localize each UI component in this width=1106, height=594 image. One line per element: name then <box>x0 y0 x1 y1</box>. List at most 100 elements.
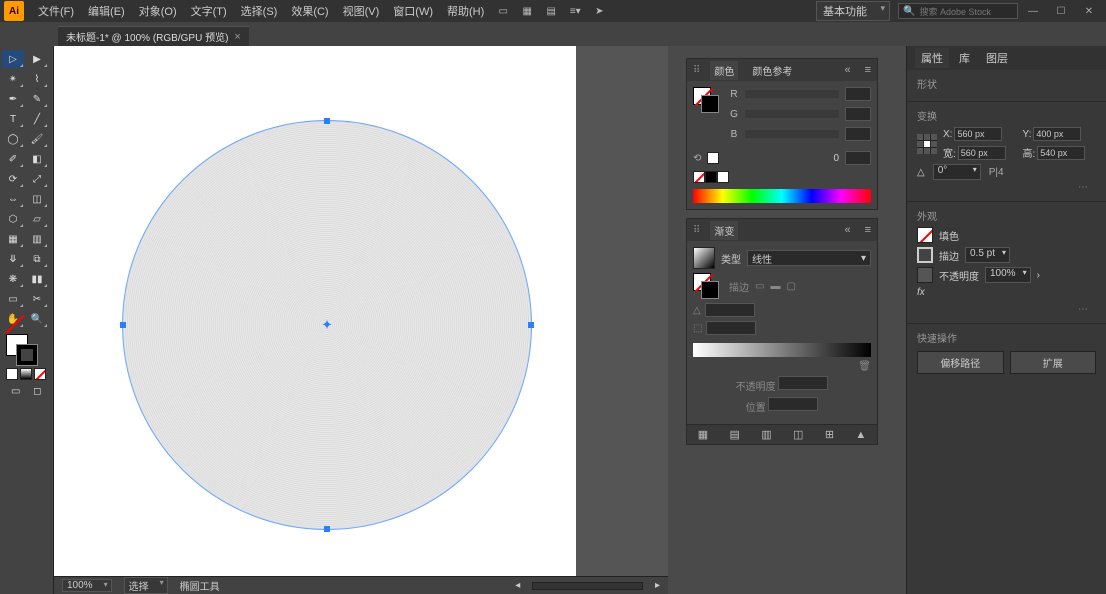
more-transform-icon[interactable]: ⋯ <box>917 180 1096 195</box>
settings-icon[interactable]: ≡▾ <box>566 2 584 20</box>
screen-mode-full[interactable]: ◻ <box>28 382 48 400</box>
stroke-type-3-icon[interactable]: ▢ <box>786 281 795 292</box>
zoom-level[interactable]: 100% <box>62 579 112 592</box>
blend-tool[interactable]: ⧉ <box>26 250 48 268</box>
opacity-field[interactable] <box>845 151 871 165</box>
libraries-tab[interactable]: 库 <box>953 48 976 68</box>
menu-object[interactable]: 对象(O) <box>133 1 183 21</box>
close-button[interactable]: ✕ <box>1080 2 1098 20</box>
color-fillstroke[interactable] <box>693 87 719 113</box>
menu-view[interactable]: 视图(V) <box>337 1 386 21</box>
artboard-tool[interactable]: ▭ <box>2 290 24 308</box>
gradient-mode-swatch[interactable] <box>20 368 32 380</box>
grip-icon[interactable]: ⠿ <box>693 225 700 236</box>
expand-button[interactable]: 扩展 <box>1010 351 1097 374</box>
opacity-more-icon[interactable]: › <box>1037 270 1040 281</box>
grip-icon[interactable]: ⠿ <box>693 65 700 76</box>
gradient-slider[interactable] <box>693 343 871 357</box>
symbol-sprayer-tool[interactable]: ❋ <box>2 270 24 288</box>
eyedropper-tool[interactable]: ⤋ <box>2 250 24 268</box>
document-tab[interactable]: 未标题-1* @ 100% (RGB/GPU 预览) × <box>58 26 249 46</box>
properties-tab[interactable]: 属性 <box>915 48 949 68</box>
fx-label[interactable]: fx <box>917 287 925 298</box>
horizontal-scrollbar[interactable] <box>532 582 643 590</box>
tab-close-icon[interactable]: × <box>234 31 240 43</box>
footer-icon-1[interactable]: ▦ <box>698 428 708 441</box>
doc-icon[interactable]: ▭ <box>494 2 512 20</box>
y-input[interactable] <box>1033 127 1081 141</box>
panel-collapse-icon[interactable]: « <box>844 64 850 76</box>
gradient-preview[interactable] <box>693 247 715 269</box>
slice-tool[interactable]: ✂ <box>26 290 48 308</box>
status-mode[interactable]: 选择 <box>124 577 168 594</box>
white-swatch[interactable] <box>707 152 719 164</box>
menu-file[interactable]: 文件(F) <box>32 1 80 21</box>
eraser-tool[interactable]: ◧ <box>26 150 48 168</box>
share-icon[interactable]: ➤ <box>590 2 608 20</box>
gradient-fillstroke[interactable] <box>693 273 719 299</box>
footer-icon-6[interactable]: ▲ <box>855 429 866 441</box>
layers-tab[interactable]: 图层 <box>980 48 1014 68</box>
link-icon[interactable]: ⟲ <box>693 153 701 164</box>
aspect-input[interactable] <box>706 321 756 335</box>
stop-opacity-input[interactable] <box>778 376 828 390</box>
anchor-right[interactable] <box>528 322 534 328</box>
paintbrush-tool[interactable]: 🖌 <box>26 130 48 148</box>
color-mode-swatch[interactable] <box>6 368 18 380</box>
ellipse-shape[interactable]: ✦ <box>122 120 532 530</box>
mesh-tool[interactable]: ▦ <box>2 230 24 248</box>
shaper-tool[interactable]: ✐ <box>2 150 24 168</box>
fill-color-swatch[interactable] <box>917 227 933 243</box>
gradient-tab[interactable]: 渐变 <box>710 221 738 240</box>
type-tool[interactable]: T <box>2 110 24 128</box>
anchor-bottom[interactable] <box>324 526 330 532</box>
flip-icons[interactable]: P|4 <box>989 167 1004 178</box>
maximize-button[interactable]: ☐ <box>1052 2 1070 20</box>
anchor-left[interactable] <box>120 322 126 328</box>
artboard[interactable]: ✦ <box>54 46 576 576</box>
screen-mode-normal[interactable]: ▭ <box>6 382 26 400</box>
black-swatch[interactable] <box>705 171 717 183</box>
shape-builder-tool[interactable]: ⬡ <box>2 210 24 228</box>
stroke-swatch[interactable] <box>16 344 38 366</box>
search-box[interactable]: 🔍 搜索 Adobe Stock <box>898 3 1018 19</box>
bridge-icon[interactable]: ▦ <box>518 2 536 20</box>
stroke-type-1-icon[interactable]: ▭ <box>755 281 764 292</box>
menu-help[interactable]: 帮助(H) <box>441 1 490 21</box>
reference-point[interactable] <box>917 134 937 154</box>
footer-icon-3[interactable]: ▥ <box>761 428 771 441</box>
pen-tool[interactable]: ✒ <box>2 90 24 108</box>
width-tool[interactable]: ⇔ <box>2 190 24 208</box>
panel-menu-icon[interactable]: ≡ <box>865 64 871 76</box>
magic-wand-tool[interactable]: ✴ <box>2 70 24 88</box>
arrange-icon[interactable]: ▤ <box>542 2 560 20</box>
b-value[interactable] <box>845 127 871 141</box>
x-input[interactable] <box>954 127 1002 141</box>
stroke-color-swatch[interactable] <box>917 247 933 263</box>
scale-tool[interactable]: ⤢ <box>26 170 48 188</box>
none-swatch[interactable] <box>693 171 705 183</box>
color-tab[interactable]: 颜色 <box>710 61 738 80</box>
menu-type[interactable]: 文字(T) <box>185 1 233 21</box>
r-value[interactable] <box>845 87 871 101</box>
perspective-tool[interactable]: ▱ <box>26 210 48 228</box>
direct-selection-tool[interactable]: ▶ <box>26 50 48 68</box>
none-mode-swatch[interactable] <box>34 368 46 380</box>
r-slider[interactable] <box>745 90 839 98</box>
selection-tool[interactable]: ▷ <box>2 50 24 68</box>
menu-select[interactable]: 选择(S) <box>235 1 284 21</box>
gradient-type-select[interactable]: 线性▾ <box>747 250 871 266</box>
h-input[interactable] <box>1037 146 1085 160</box>
white-swatch2[interactable] <box>717 171 729 183</box>
footer-icon-4[interactable]: ◫ <box>793 428 803 441</box>
w-input[interactable] <box>958 146 1006 160</box>
scroll-left-icon[interactable]: ◂ <box>515 580 520 591</box>
color-guide-tab[interactable]: 颜色参考 <box>748 61 796 80</box>
stroke-weight-select[interactable]: 0.5 pt <box>965 247 1010 263</box>
b-slider[interactable] <box>745 130 839 138</box>
anchor-top[interactable] <box>324 118 330 124</box>
fill-stroke-swatch[interactable] <box>6 334 38 366</box>
panel-collapse-icon[interactable]: « <box>844 224 850 236</box>
menu-effect[interactable]: 效果(C) <box>285 1 334 21</box>
g-value[interactable] <box>845 107 871 121</box>
